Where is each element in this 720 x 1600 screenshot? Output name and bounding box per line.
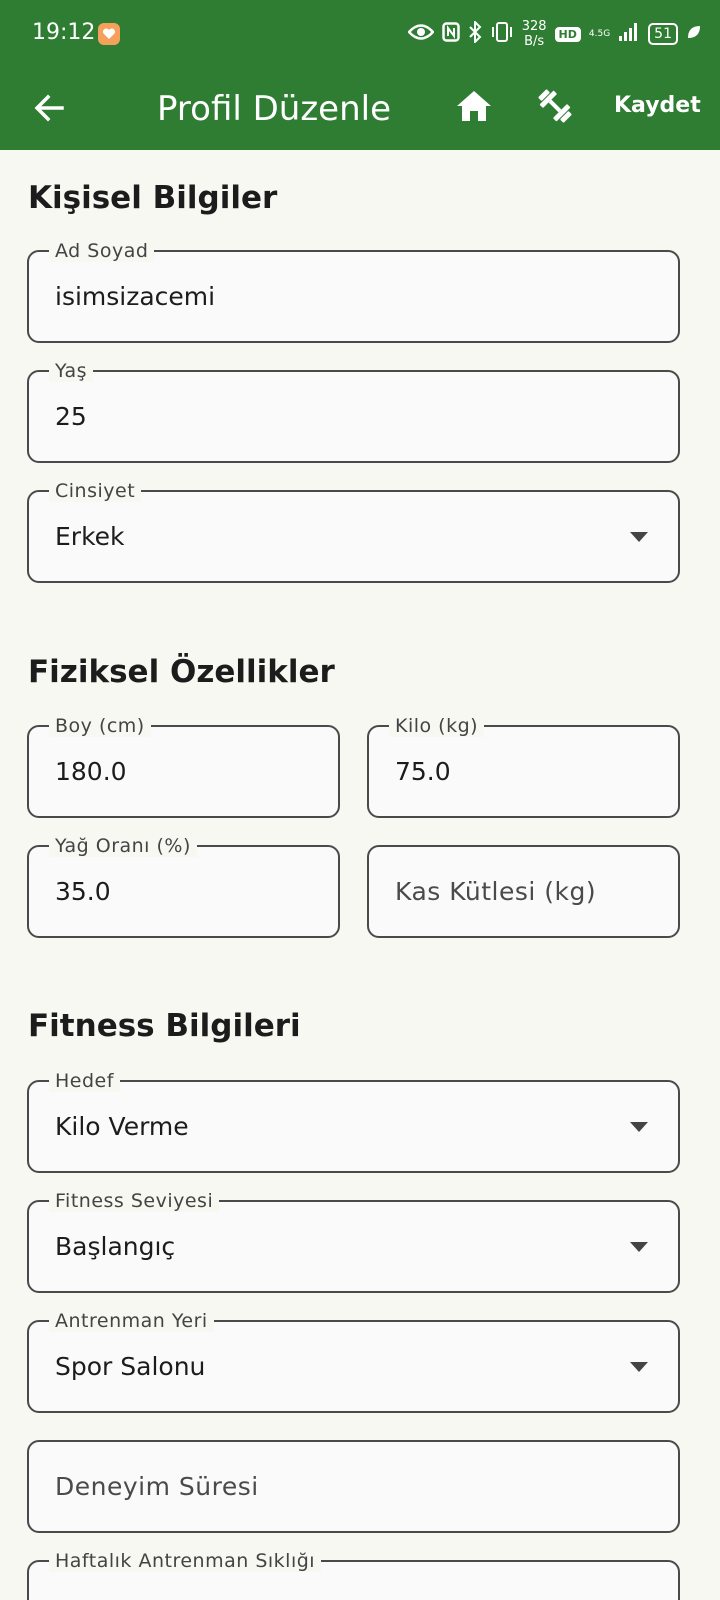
- save-button[interactable]: Kaydet: [614, 86, 701, 126]
- hd-badge: HD: [554, 26, 581, 42]
- weight-field[interactable]: Kilo (kg) 75.0: [367, 715, 680, 818]
- gender-value: Erkek: [55, 522, 125, 551]
- back-arrow-icon[interactable]: [30, 88, 70, 128]
- dropdown-arrow-icon[interactable]: [630, 1361, 648, 1372]
- fitness-level-value: Başlangıç: [55, 1232, 176, 1261]
- age-field[interactable]: Yaş 25: [27, 360, 680, 463]
- weight-value: 75.0: [395, 757, 451, 786]
- eye-icon: [407, 23, 435, 45]
- signal-icon: [618, 22, 640, 46]
- battery-indicator: 51: [648, 23, 678, 45]
- leaf-icon: [686, 24, 702, 44]
- gender-select[interactable]: Cinsiyet Erkek: [27, 480, 680, 583]
- weekly-frequency-field[interactable]: Haftalık Antrenman Sıklığı: [27, 1550, 680, 1600]
- page-title: Profil Düzenle: [157, 89, 392, 129]
- training-location-value: Spor Salonu: [55, 1352, 206, 1381]
- home-icon[interactable]: [452, 84, 496, 128]
- status-bar: 19:12 328 B/s HD 4.5G 51: [0, 0, 720, 70]
- network-type: 4.5G: [588, 29, 611, 39]
- dropdown-arrow-icon[interactable]: [630, 531, 648, 542]
- vibrate-icon: [490, 21, 514, 47]
- section-title-physical: Fiziksel Özellikler: [28, 654, 335, 690]
- network-speed: 328 B/s: [521, 19, 547, 49]
- section-title-personal: Kişisel Bilgiler: [28, 180, 278, 216]
- body-fat-value: 35.0: [55, 877, 111, 906]
- weekly-frequency-label: Haftalık Antrenman Sıklığı: [49, 1550, 322, 1572]
- training-location-select[interactable]: Antrenman Yeri Spor Salonu: [27, 1310, 680, 1413]
- section-title-fitness: Fitness Bilgileri: [28, 1008, 301, 1044]
- fitness-level-select[interactable]: Fitness Seviyesi Başlangıç: [27, 1190, 680, 1293]
- name-field[interactable]: Ad Soyad isimsizacemi: [27, 240, 680, 343]
- age-value: 25: [55, 402, 87, 431]
- dumbbell-icon[interactable]: [533, 84, 577, 128]
- height-value: 180.0: [55, 757, 127, 786]
- body-fat-field[interactable]: Yağ Oranı (%) 35.0: [27, 835, 340, 938]
- experience-field[interactable]: Deneyim Süresi: [27, 1440, 680, 1533]
- experience-placeholder: Deneyim Süresi: [55, 1472, 259, 1501]
- height-field[interactable]: Boy (cm) 180.0: [27, 715, 340, 818]
- muscle-mass-field[interactable]: Kas Kütlesi (kg): [367, 845, 680, 938]
- status-time: 19:12: [32, 20, 96, 45]
- dropdown-arrow-icon[interactable]: [630, 1121, 648, 1132]
- nfc-icon: [441, 22, 460, 46]
- name-value: isimsizacemi: [55, 282, 216, 311]
- bluetooth-icon: [468, 19, 482, 47]
- app-notification-icon: [98, 23, 120, 45]
- dropdown-arrow-icon[interactable]: [630, 1241, 648, 1252]
- goal-value: Kilo Verme: [55, 1112, 189, 1141]
- muscle-mass-placeholder: Kas Kütlesi (kg): [395, 877, 597, 906]
- goal-select[interactable]: Hedef Kilo Verme: [27, 1070, 680, 1173]
- app-bar: Profil Düzenle Kaydet: [0, 70, 720, 150]
